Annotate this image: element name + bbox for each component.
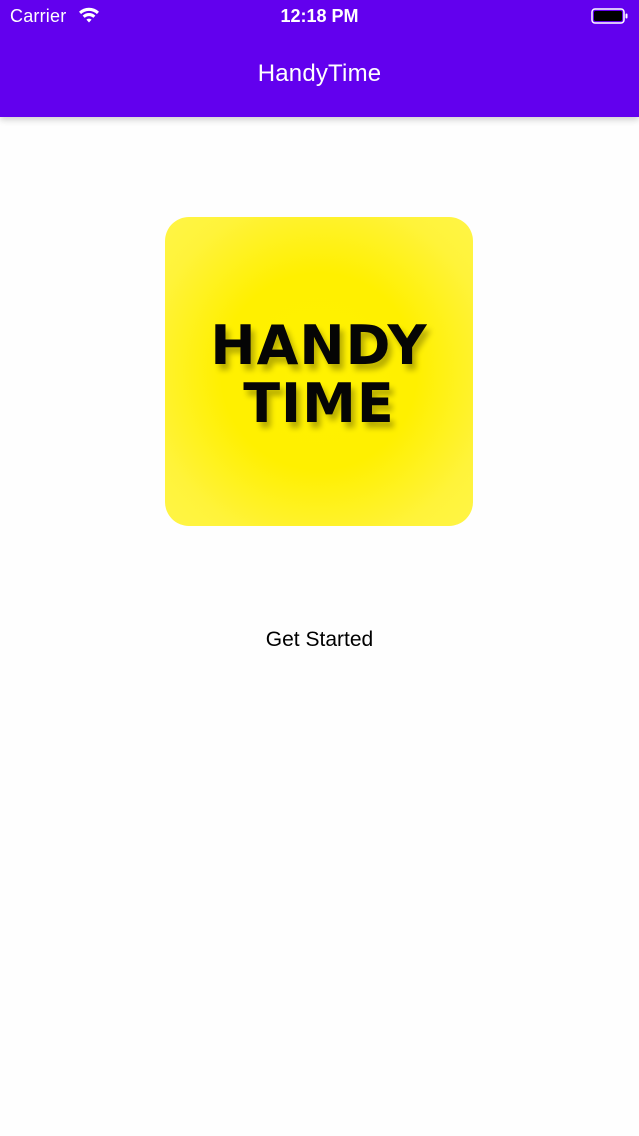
- status-time: 12:18 PM: [280, 6, 359, 26]
- app-bar: Carrier 12:18 PM HandyTime: [0, 0, 639, 117]
- get-started-button[interactable]: Get Started: [220, 620, 419, 660]
- logo-text-line1: HANDY: [210, 314, 428, 377]
- app-title: HandyTime: [257, 60, 382, 87]
- handy-time-logo: HANDY TIME: [165, 217, 473, 526]
- status-bar: Carrier 12:18 PM: [0, 0, 639, 34]
- battery-full-icon: [591, 8, 628, 24]
- logo-text-line2: TIME: [243, 372, 395, 435]
